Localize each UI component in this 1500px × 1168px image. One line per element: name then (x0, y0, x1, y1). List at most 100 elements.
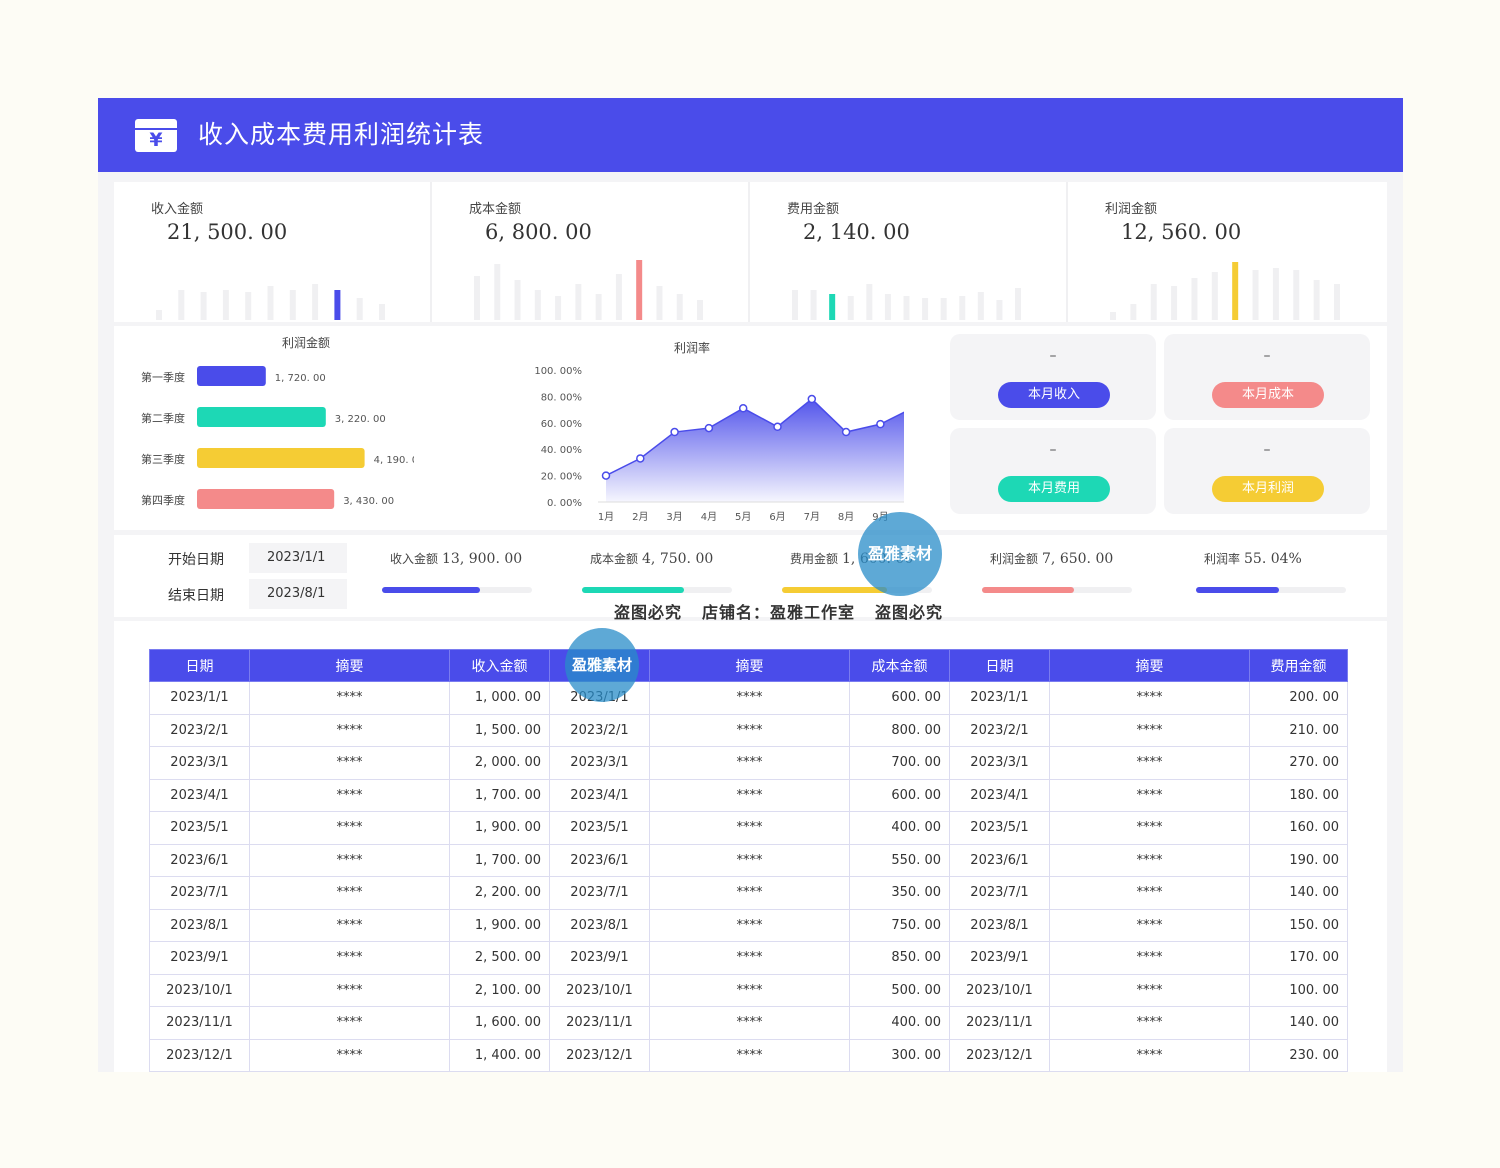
notice-left: 盗图必究 (614, 603, 683, 622)
table-cell: **** (649, 713, 850, 747)
table-cell: 300. 00 (849, 1038, 950, 1072)
rate-point (773, 422, 782, 432)
profit-rate-chart: 利润率 0. 00% 20. 00% 40. 00% 60. 00% 80. 00% 100… (534, 340, 904, 523)
kpi-bar (178, 290, 185, 320)
detail-table-panel: 日期摘要收入金额日期摘要成本金额日期摘要费用金额 2023/1/1****1, … (114, 621, 1387, 1072)
table-cell: 2, 100. 00 (449, 973, 550, 1007)
summary-progress-fill (382, 587, 480, 593)
table-cell: 1, 400. 00 (449, 1038, 550, 1072)
kpi-bar (1232, 262, 1239, 320)
kpi-card: 费用金额 2, 140. 00 (750, 182, 1068, 322)
table-row: 2023/7/1 **** 2, 200. 00 2023/7/1 **** 350. 0… (149, 876, 1348, 910)
month-card-value: – (1263, 442, 1271, 458)
rate-y-tick: 0. 00% (547, 498, 582, 509)
kpi-bar (494, 264, 501, 320)
kpi-bar (922, 298, 929, 320)
table-cell: **** (249, 876, 450, 910)
quarter-bar (197, 489, 335, 509)
table-cell: **** (649, 973, 850, 1007)
kpi-bar (312, 284, 319, 320)
table-cell: **** (249, 941, 450, 975)
summary-progress-track (582, 587, 732, 593)
quarter-label: 第一季度 (141, 370, 185, 384)
kpi-bar (1313, 280, 1320, 320)
table-cell: **** (249, 746, 450, 780)
table-cell: 1, 500. 00 (449, 713, 550, 747)
kpi-bar (1015, 288, 1021, 320)
month-card-button[interactable]: 本月收入 (998, 382, 1110, 408)
summary-stat: 收入金额 13, 900. 00 (390, 550, 522, 567)
table-cell: 2023/5/1 (149, 811, 250, 845)
table-cell: 2023/3/1 (149, 746, 250, 780)
kpi-bar (959, 296, 966, 320)
quarter-label: 第四季度 (141, 493, 185, 507)
table-cell: 2023/4/1 (149, 778, 250, 812)
rate-point (841, 427, 851, 437)
summary-stat: 利润金额 7, 650. 00 (990, 550, 1113, 567)
month-card: – 本月成本 (1164, 334, 1370, 420)
month-card-button[interactable]: 本月成本 (1212, 382, 1324, 408)
table-cell: 600. 00 (849, 681, 950, 715)
month-card-value: – (1049, 442, 1057, 458)
kpi-bar (1191, 278, 1198, 320)
yen-symbol: ¥ (149, 129, 163, 151)
kpi-bar (810, 290, 817, 320)
table-cell: 100. 00 (1249, 973, 1348, 1007)
table-cell: 2023/12/1 (949, 1038, 1050, 1072)
table-cell: **** (249, 811, 450, 845)
rate-y-tick: 100. 00% (534, 366, 582, 377)
table-cell: **** (649, 941, 850, 975)
table-cell: 550. 00 (849, 843, 950, 877)
table-row: 2023/6/1 **** 1, 700. 00 2023/6/1 **** 550. 0… (149, 843, 1348, 877)
quarter-value-label: 3, 430. 00 (343, 496, 394, 507)
month-card: – 本月收入 (950, 334, 1156, 420)
table-cell: **** (1049, 811, 1250, 845)
month-cards: – 本月收入 – 本月成本 – 本月费用 – 本月利润 (950, 334, 1380, 524)
quarter-value-label: 1, 720. 00 (275, 373, 326, 384)
summary-progress-track (382, 587, 532, 593)
month-card-button[interactable]: 本月费用 (998, 476, 1110, 502)
start-date-field[interactable]: 2023/1/1 (249, 543, 347, 573)
table-cell: 2023/12/1 (149, 1038, 250, 1072)
rate-point (670, 427, 679, 437)
kpi-bar (1293, 270, 1300, 320)
header-bar: ¥ 收入成本费用利润统计表 (98, 98, 1403, 172)
table-cell: **** (249, 908, 450, 942)
kpi-bar (1130, 304, 1137, 320)
page-title: 收入成本费用利润统计表 (198, 120, 485, 149)
table-cell: **** (249, 778, 450, 812)
table-cell: 1, 900. 00 (449, 811, 550, 845)
table-cell: 2023/9/1 (549, 941, 650, 975)
table-row: 2023/11/1 **** 1, 600. 00 2023/11/1 **** 400.… (149, 1006, 1348, 1040)
table-cell: **** (1049, 778, 1250, 812)
kpi-bar (555, 296, 562, 320)
kpi-row: 收入金额 21, 500. 00 成本金额 6, 800. 00 费用金额 2, 140.… (114, 182, 1387, 322)
dashboard: ¥ 收入成本费用利润统计表 收入金额 21, 500. 00 成本金额 6, 800.… (98, 98, 1403, 1072)
kpi-bar (379, 304, 385, 320)
table-cell: **** (1049, 1038, 1250, 1072)
kpi-bar (245, 292, 252, 320)
kpi-bar (222, 290, 229, 320)
table-cell: **** (649, 843, 850, 877)
kpi-bar (200, 292, 207, 320)
end-date-field[interactable]: 2023/8/1 (249, 579, 347, 609)
table-cell: 2023/11/1 (549, 1006, 650, 1040)
kpi-bar (615, 274, 622, 320)
table-cell: 2023/12/1 (549, 1038, 650, 1072)
table-cell: **** (249, 1038, 450, 1072)
table-row: 2023/12/1 **** 1, 400. 00 2023/12/1 **** 300.… (149, 1038, 1348, 1072)
table-cell: 2023/11/1 (149, 1006, 250, 1040)
month-card-button[interactable]: 本月利润 (1212, 476, 1324, 502)
table-cell: 2023/3/1 (949, 746, 1050, 780)
table-row: 2023/10/1 **** 2, 100. 00 2023/10/1 **** 500.… (149, 973, 1348, 1007)
copyright-notice: 盗图必究 店铺名：盈雅工作室 盗图必究 (604, 599, 953, 623)
rate-x-tick: 7月 (804, 511, 820, 523)
table-header: 摘要 (649, 649, 850, 682)
kpi-bar (829, 294, 836, 320)
table-cell: **** (249, 713, 450, 747)
table-cell: **** (249, 843, 450, 877)
month-card: – 本月费用 (950, 428, 1156, 514)
kpi-bar (656, 286, 663, 320)
table-header: 日期 (949, 649, 1050, 682)
rate-point (738, 404, 748, 413)
